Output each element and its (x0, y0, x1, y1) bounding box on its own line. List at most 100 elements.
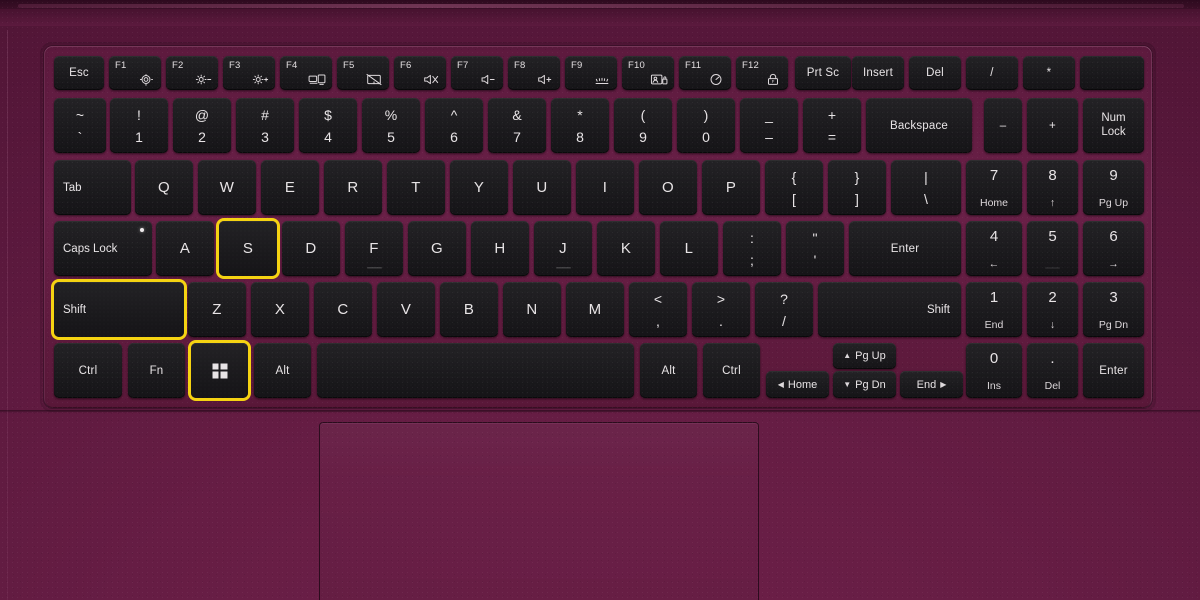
key-key-a[interactable]: A (156, 221, 214, 276)
key-f6[interactable]: F6 (394, 56, 446, 90)
key-numpad-plus[interactable]: + (1027, 98, 1078, 153)
key-backslash[interactable]: | \ (891, 160, 961, 215)
key-numpad-1[interactable]: 1 End (966, 282, 1022, 337)
key-windows[interactable] (191, 343, 248, 398)
key-insert[interactable]: Insert (852, 56, 904, 90)
key-f4[interactable]: F4 (280, 56, 332, 90)
key-f3[interactable]: F3 (223, 56, 275, 90)
key-key-y[interactable]: Y (450, 160, 508, 215)
key-label: 0 (989, 350, 999, 367)
key-key-p[interactable]: P (702, 160, 760, 215)
key-numpad-enter[interactable]: Enter (1083, 343, 1144, 398)
key-key-r[interactable]: R (324, 160, 382, 215)
key-f8[interactable]: F8 (508, 56, 560, 90)
key-comma[interactable]: <, (629, 282, 687, 337)
key-digit-7[interactable]: & 7 (488, 98, 546, 153)
key-f5[interactable]: F5 (337, 56, 389, 90)
key-caps-lock[interactable]: Caps Lock (54, 221, 152, 276)
key-key-z[interactable]: Z (188, 282, 246, 337)
key-numpad-8[interactable]: 8 ↑ (1027, 160, 1078, 215)
key-numpad-multiply[interactable]: * (1023, 56, 1075, 90)
key-digit-0[interactable]: ) 0 (677, 98, 735, 153)
key-key-j[interactable]: J (534, 221, 592, 276)
key-delete[interactable]: Del (909, 56, 961, 90)
key-key-i[interactable]: I (576, 160, 634, 215)
key-key-s[interactable]: S (219, 221, 277, 276)
key-f10[interactable]: F10 (622, 56, 674, 90)
key-key-b[interactable]: B (440, 282, 498, 337)
key-semicolon[interactable]: :; (723, 221, 781, 276)
key-f11[interactable]: F11 (679, 56, 731, 90)
key-digit-1[interactable]: ! 1 (110, 98, 168, 153)
key-alt-left[interactable]: Alt (254, 343, 311, 398)
key-f2[interactable]: F2 (166, 56, 218, 90)
key-equals[interactable]: + = (803, 98, 861, 153)
key-key-u[interactable]: U (513, 160, 571, 215)
key-key-o[interactable]: O (639, 160, 697, 215)
key-f12[interactable]: F12 F (736, 56, 788, 90)
key-print-screen[interactable]: Prt Sc (795, 56, 851, 90)
key-key-v[interactable]: V (377, 282, 435, 337)
key-numpad-minus[interactable]: – (984, 98, 1022, 153)
key-key-m[interactable]: M (566, 282, 624, 337)
key-ctrl-left[interactable]: Ctrl (54, 343, 122, 398)
key-digit-6[interactable]: ^ 6 (425, 98, 483, 153)
key-shift-right[interactable]: Shift (818, 282, 961, 337)
key-numpad-3[interactable]: 3 Pg Dn (1083, 282, 1144, 337)
key-digit-8[interactable]: * 8 (551, 98, 609, 153)
key-num-lock[interactable]: Num Lock (1083, 98, 1144, 153)
key-key-l[interactable]: L (660, 221, 718, 276)
key-bracket-left[interactable]: {[ (765, 160, 823, 215)
key-arrow-left[interactable]: ◀ Home (766, 371, 829, 398)
key-period[interactable]: >. (692, 282, 750, 337)
key-arrow-down[interactable]: ▼ Pg Dn (833, 371, 896, 398)
key-backspace[interactable]: Backspace (866, 98, 972, 153)
key-digit-2[interactable]: @2 (173, 98, 231, 153)
key-digit-4[interactable]: $4 (299, 98, 357, 153)
key-alt-right[interactable]: Alt (640, 343, 697, 398)
key-digit-5[interactable]: % 5 (362, 98, 420, 153)
key-numpad-7[interactable]: 7 Home (966, 160, 1022, 215)
key-arrow-right[interactable]: End ▶ (900, 371, 963, 398)
key-key-e[interactable]: E (261, 160, 319, 215)
key-shift-left[interactable]: Shift (54, 282, 184, 337)
key-bracket-right[interactable]: }] (828, 160, 886, 215)
key-digit-3[interactable]: #3 (236, 98, 294, 153)
key-f7[interactable]: F7 (451, 56, 503, 90)
key-key-h[interactable]: H (471, 221, 529, 276)
key-fn[interactable]: Fn (128, 343, 185, 398)
key-tab[interactable]: Tab (54, 160, 131, 215)
key-numpad-0[interactable]: 0 Ins (966, 343, 1022, 398)
key-key-w[interactable]: W (198, 160, 256, 215)
trackpad[interactable] (319, 422, 759, 600)
key-quote[interactable]: " ' (786, 221, 844, 276)
key-backtick[interactable]: ~ ` (54, 98, 106, 153)
key-enter[interactable]: Enter (849, 221, 961, 276)
key-key-n[interactable]: N (503, 282, 561, 337)
key-key-t[interactable]: T (387, 160, 445, 215)
key-f1[interactable]: F1 (109, 56, 161, 90)
key-key-c[interactable]: C (314, 282, 372, 337)
key-key-k[interactable]: K (597, 221, 655, 276)
key-numpad-2[interactable]: 2 ↓ (1027, 282, 1078, 337)
key-minus[interactable]: _ – (740, 98, 798, 153)
key-numpad-decimal[interactable]: . Del (1027, 343, 1078, 398)
key-key-f[interactable]: F (345, 221, 403, 276)
key-key-d[interactable]: D (282, 221, 340, 276)
key-ctrl-right[interactable]: Ctrl (703, 343, 760, 398)
key-esc[interactable]: Esc (54, 56, 104, 90)
key-key-x[interactable]: X (251, 282, 309, 337)
key-numpad-6[interactable]: 6 → (1083, 221, 1144, 276)
key-f9[interactable]: F9 (565, 56, 617, 90)
key-numpad-5[interactable]: 5 (1027, 221, 1078, 276)
key-arrow-up[interactable]: ▲ Pg Up (833, 343, 896, 369)
key-digit-9[interactable]: (9 (614, 98, 672, 153)
key-numpad-4[interactable]: 4 ← (966, 221, 1022, 276)
key-numpad-divide[interactable]: / (966, 56, 1018, 90)
key-blank-key[interactable] (1080, 56, 1144, 90)
key-spacebar[interactable] (317, 343, 634, 398)
key-key-g[interactable]: G (408, 221, 466, 276)
key-key-q[interactable]: Q (135, 160, 193, 215)
key-slash[interactable]: ? / (755, 282, 813, 337)
key-numpad-9[interactable]: 9 Pg Up (1083, 160, 1144, 215)
